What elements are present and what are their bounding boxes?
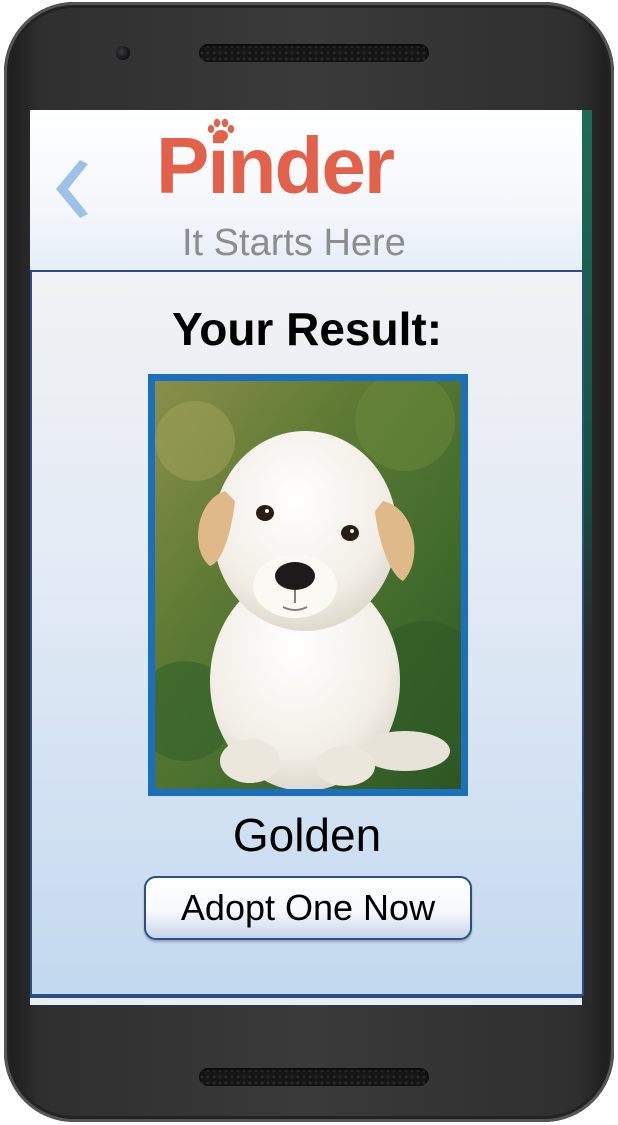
chevron-left-icon <box>56 160 88 218</box>
breed-name: Golden <box>232 809 382 861</box>
logo-wordmark: Pinder <box>156 121 395 210</box>
result-photo <box>148 374 468 796</box>
adopt-button[interactable]: Adopt One Now <box>144 876 472 940</box>
top-speaker-grille <box>199 44 429 62</box>
puppy-image <box>155 381 461 789</box>
phone-frame: Pinder It Starts Here Your Result: Golde… <box>4 2 614 1122</box>
back-button[interactable] <box>44 154 94 224</box>
app-screen: Pinder It Starts Here Your Result: Golde… <box>30 110 592 1005</box>
page-title: Your Result: <box>171 303 443 355</box>
app-logo: Pinder <box>156 118 426 218</box>
bottom-speaker-grille <box>199 1068 429 1086</box>
front-camera <box>116 46 130 60</box>
result-panel: Your Result: Golden Adopt One Now <box>30 272 584 996</box>
bottom-divider <box>30 996 582 998</box>
tagline: It Starts Here <box>182 222 406 264</box>
app-header: Pinder It Starts Here <box>30 110 582 272</box>
